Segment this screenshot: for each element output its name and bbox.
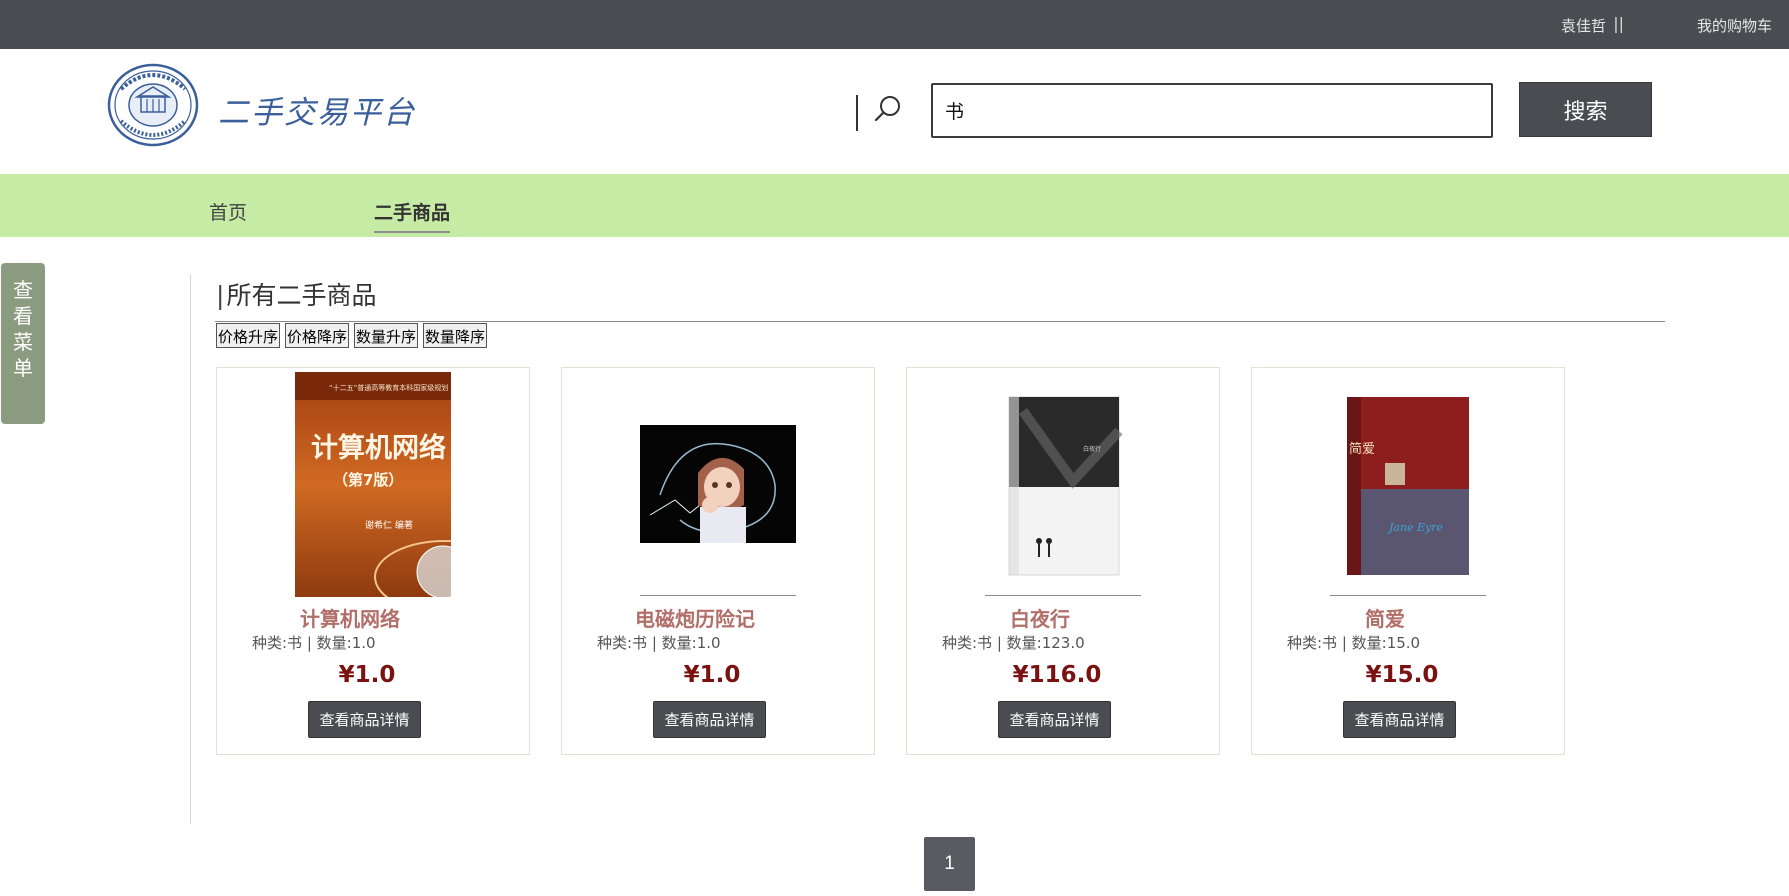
cover-title: 计算机网络 — [311, 432, 446, 464]
sort-price-asc-button[interactable]: 价格升序 — [216, 323, 281, 348]
product-name[interactable]: 白夜行 — [907, 603, 1173, 632]
product-price: ¥116.0 — [1012, 662, 1102, 688]
product-name[interactable]: 计算机网络 — [217, 603, 483, 632]
pagination-page-1[interactable]: 1 — [924, 837, 975, 891]
search-icon — [874, 96, 900, 122]
search-input[interactable] — [931, 83, 1493, 138]
cover-edition: （第7版） — [333, 471, 403, 489]
product-name[interactable]: 简爱 — [1252, 603, 1518, 632]
product-image[interactable]: 白夜行 — [985, 371, 1141, 597]
product-price: ¥1.0 — [338, 662, 396, 688]
section-rule — [215, 321, 1665, 322]
product-price: ¥1.0 — [683, 662, 741, 688]
view-menu-tab[interactable]: 查 看 菜 单 — [1, 263, 45, 424]
product-meta: 种类:书 | 数量:1.0 — [252, 634, 376, 652]
product-meta: 种类:书 | 数量:15.0 — [1287, 634, 1421, 652]
site-title: 二手交易平台 — [218, 95, 416, 131]
product-meta: 种类:书 | 数量:1.0 — [597, 634, 721, 652]
search-button[interactable]: 搜索 — [1519, 82, 1652, 137]
product-card: 简爱 Jane Eyre 简爱 种类:书 | 数量:15.0 ¥15.0 查看商… — [1251, 367, 1565, 755]
university-seal-logo — [107, 63, 199, 147]
view-details-button[interactable]: 查看商品详情 — [653, 701, 766, 738]
svg-text:白夜行: 白夜行 — [1083, 445, 1101, 453]
side-menu-char: 查 — [13, 278, 33, 302]
image-divider — [640, 595, 796, 596]
product-name[interactable]: 电磁炮历险记 — [562, 603, 828, 632]
section-title-bar: | — [216, 281, 225, 310]
search-divider — [856, 95, 858, 131]
sort-quantity-asc-button[interactable]: 数量升序 — [354, 323, 419, 348]
content-divider — [190, 274, 191, 824]
section-title: |所有二手商品 — [216, 276, 376, 312]
product-image[interactable]: “十二五”普通高等教育本科国家级规划 计算机网络 （第7版） 谢希仁 编著 — [295, 371, 451, 597]
product-image[interactable]: 简爱 Jane Eyre — [1330, 371, 1486, 597]
side-menu-char: 单 — [13, 356, 33, 380]
product-meta: 种类:书 | 数量:123.0 — [942, 634, 1085, 652]
section-title-text: 所有二手商品 — [226, 281, 377, 310]
nav-used-goods[interactable]: 二手商品 — [374, 198, 451, 233]
user-name-link[interactable]: 袁佳哲 — [1561, 15, 1606, 36]
main-nav: 首页 二手商品 — [0, 174, 1789, 237]
view-details-button[interactable]: 查看商品详情 — [998, 701, 1111, 738]
image-divider — [985, 595, 1141, 596]
top-bar: 袁佳哲 || 我的购物车 — [0, 0, 1789, 49]
image-divider — [1330, 595, 1486, 596]
sort-quantity-desc-button[interactable]: 数量降序 — [423, 323, 488, 348]
sort-toolbar: 价格升序 价格降序 数量升序 数量降序 — [216, 323, 488, 348]
side-menu-char: 看 — [13, 304, 33, 328]
product-price: ¥15.0 — [1365, 662, 1439, 688]
sort-price-desc-button[interactable]: 价格降序 — [285, 323, 350, 348]
side-menu-char: 菜 — [13, 330, 33, 354]
view-details-button[interactable]: 查看商品详情 — [1343, 701, 1456, 738]
cover-author: 谢希仁 编著 — [365, 519, 413, 531]
nav-home[interactable]: 首页 — [209, 198, 247, 225]
product-card: 电磁炮历险记 种类:书 | 数量:1.0 ¥1.0 查看商品详情 — [561, 367, 875, 755]
cover-spine-text: 简爱 — [1349, 441, 1375, 457]
cover-top-text: “十二五”普通高等教育本科国家级规划 — [329, 383, 448, 392]
product-image[interactable] — [640, 371, 796, 597]
cart-link[interactable]: 我的购物车 — [1697, 15, 1772, 36]
cover-script-text: Jane Eyre — [1387, 521, 1444, 534]
product-card: 白夜行 白夜行 种类:书 | 数量:123.0 ¥116.0 查看商品详情 — [906, 367, 1220, 755]
view-details-button[interactable]: 查看商品详情 — [308, 701, 421, 738]
topbar-separator: || — [1613, 14, 1624, 33]
site-header: 二手交易平台 搜索 — [0, 49, 1789, 174]
product-card: “十二五”普通高等教育本科国家级规划 计算机网络 （第7版） 谢希仁 编著 计算… — [216, 367, 530, 755]
